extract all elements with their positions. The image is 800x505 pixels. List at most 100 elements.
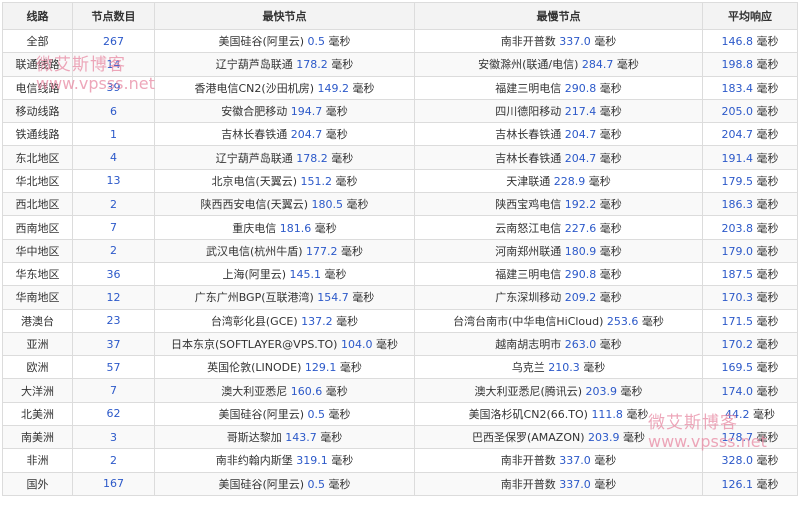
- unit-label: 毫秒: [756, 477, 779, 491]
- unit-label: 毫秒: [328, 477, 351, 491]
- slowest-node-value: 209.2: [564, 291, 597, 305]
- slowest-node-value: 210.3: [548, 361, 580, 375]
- average-response-cell: 204.7 毫秒: [702, 122, 798, 147]
- node-count-link[interactable]: 23: [107, 314, 121, 327]
- table-row: 电信线路 39 香港电信CN2(沙田机房) 149.2 毫秒 福建三明电信 290.8…: [2, 75, 798, 100]
- slowest-node-name: 吉林长春铁通: [495, 151, 562, 165]
- fastest-node-cell: 吉林长春铁通 204.7 毫秒: [154, 122, 415, 147]
- fastest-node-value: 143.7: [285, 431, 317, 445]
- fastest-node-value: 154.7: [317, 291, 349, 305]
- slowest-node-name: 广东深圳移动: [495, 291, 562, 305]
- unit-label: 毫秒: [756, 268, 779, 282]
- fastest-node-cell: 广东广州BGP(互联港湾) 154.7 毫秒: [154, 285, 415, 310]
- slowest-node-cell: 天津联通 228.9 毫秒: [414, 168, 703, 194]
- slowest-node-name: 吉林长春铁通: [495, 128, 562, 142]
- node-count-link[interactable]: 3: [110, 431, 117, 444]
- slowest-node-value: 337.0: [559, 454, 591, 468]
- node-count-link[interactable]: 4: [110, 151, 117, 164]
- table-row: 大洋洲 7 澳大利亚悉尼 160.6 毫秒 澳大利亚悉尼(腾讯云) 203.9 毫秒 1…: [2, 378, 798, 403]
- average-response-cell: 171.5 毫秒: [702, 308, 798, 333]
- slowest-node-value: 337.0: [559, 35, 591, 49]
- node-count-link[interactable]: 7: [110, 221, 117, 234]
- unit-label: 毫秒: [756, 128, 779, 142]
- unit-label: 毫秒: [325, 105, 348, 119]
- ping-results-page: 线路 节点数目 最快节点 最慢节点 平均响应 全部 267 美国硅谷(阿里云) 0.…: [0, 2, 800, 505]
- unit-label: 毫秒: [599, 338, 622, 351]
- node-count-link[interactable]: 2: [110, 454, 117, 467]
- fastest-node-value: 194.7: [290, 105, 323, 119]
- unit-label: 毫秒: [620, 384, 643, 398]
- unit-label: 毫秒: [756, 361, 779, 375]
- fastest-node-value: 178.2: [296, 151, 328, 165]
- unit-label: 毫秒: [375, 338, 398, 351]
- node-count-link[interactable]: 57: [107, 361, 121, 374]
- route-cell: 西北地区: [2, 192, 73, 217]
- fastest-node-cell: 哥斯达黎加 143.7 毫秒: [154, 425, 415, 450]
- unit-label: 毫秒: [756, 81, 779, 95]
- node-count-link[interactable]: 6: [110, 105, 117, 118]
- average-response-cell: 186.3 毫秒: [702, 192, 798, 217]
- unit-label: 毫秒: [331, 454, 354, 468]
- unit-label: 毫秒: [756, 384, 779, 398]
- node-count-link[interactable]: 13: [107, 174, 121, 187]
- route-cell: 北美洲: [2, 401, 73, 427]
- fastest-node-cell: 重庆电信 181.6 毫秒: [154, 215, 415, 240]
- slowest-node-name: 陕西宝鸡电信: [495, 198, 562, 212]
- route-cell: 华中地区: [2, 238, 73, 263]
- node-count-link[interactable]: 12: [107, 291, 121, 304]
- unit-label: 毫秒: [756, 291, 779, 305]
- route-cell: 联通线路: [2, 52, 73, 77]
- average-response-cell: 187.5 毫秒: [702, 261, 798, 287]
- fastest-node-cell: 澳大利亚悉尼 160.6 毫秒: [154, 378, 415, 403]
- node-count-cell: 7: [72, 215, 155, 240]
- average-response-cell: 179.0 毫秒: [702, 238, 798, 263]
- node-count-cell: 3: [72, 425, 155, 450]
- node-count-cell: 36: [72, 261, 155, 287]
- header-node-count: 节点数目: [72, 2, 155, 30]
- fastest-node-value: 151.2: [300, 174, 333, 188]
- node-count-link[interactable]: 267: [103, 35, 124, 48]
- route-cell: 国外: [2, 471, 73, 496]
- slowest-node-name: 河南郑州联通: [495, 244, 562, 258]
- average-response-cell: 44.2 毫秒: [702, 401, 798, 427]
- slowest-node-value: 203.9: [585, 384, 618, 398]
- fastest-node-cell: 台湾彰化县(GCE) 137.2 毫秒: [154, 308, 415, 333]
- node-count-link[interactable]: 2: [110, 244, 117, 257]
- average-response-value: 328.0: [721, 454, 754, 468]
- node-count-link[interactable]: 7: [110, 384, 117, 397]
- node-count-link[interactable]: 167: [103, 477, 124, 490]
- header-route: 线路: [2, 2, 73, 30]
- node-count-link[interactable]: 2: [110, 198, 117, 211]
- unit-label: 毫秒: [599, 105, 622, 119]
- node-count-link[interactable]: 37: [107, 338, 121, 351]
- slowest-node-cell: 广东深圳移动 209.2 毫秒: [414, 285, 703, 310]
- slowest-node-cell: 吉林长春铁通 204.7 毫秒: [414, 122, 703, 147]
- node-count-link[interactable]: 14: [107, 58, 121, 71]
- unit-label: 毫秒: [346, 198, 369, 212]
- node-count-link[interactable]: 39: [107, 81, 121, 94]
- unit-label: 毫秒: [336, 314, 359, 328]
- average-response-cell: 191.4 毫秒: [702, 145, 798, 170]
- unit-label: 毫秒: [324, 268, 347, 282]
- node-count-cell: 1: [72, 122, 155, 147]
- unit-label: 毫秒: [756, 431, 779, 445]
- unit-label: 毫秒: [599, 81, 622, 95]
- unit-label: 毫秒: [328, 407, 351, 421]
- unit-label: 毫秒: [325, 128, 348, 142]
- node-count-cell: 4: [72, 145, 155, 170]
- fastest-node-cell: 北京电信(天翼云) 151.2 毫秒: [154, 168, 415, 194]
- unit-label: 毫秒: [599, 128, 622, 142]
- unit-label: 毫秒: [594, 35, 617, 49]
- slowest-node-name: 福建三明电信: [495, 81, 562, 95]
- node-count-cell: 37: [72, 331, 155, 357]
- node-count-link[interactable]: 62: [107, 407, 121, 420]
- fastest-node-name: 北京电信(天翼云): [211, 174, 298, 188]
- fastest-node-name: 哥斯达黎加: [226, 431, 282, 445]
- route-cell: 铁通线路: [2, 122, 73, 147]
- fastest-node-name: 广东广州BGP(互联港湾): [194, 291, 314, 305]
- node-count-link[interactable]: 36: [107, 268, 121, 281]
- average-response-cell: 179.5 毫秒: [702, 168, 798, 194]
- node-count-link[interactable]: 1: [110, 128, 117, 141]
- ping-summary-table: 线路 节点数目 最快节点 最慢节点 平均响应 全部 267 美国硅谷(阿里云) 0.…: [2, 2, 798, 496]
- fastest-node-value: 180.5: [311, 198, 344, 212]
